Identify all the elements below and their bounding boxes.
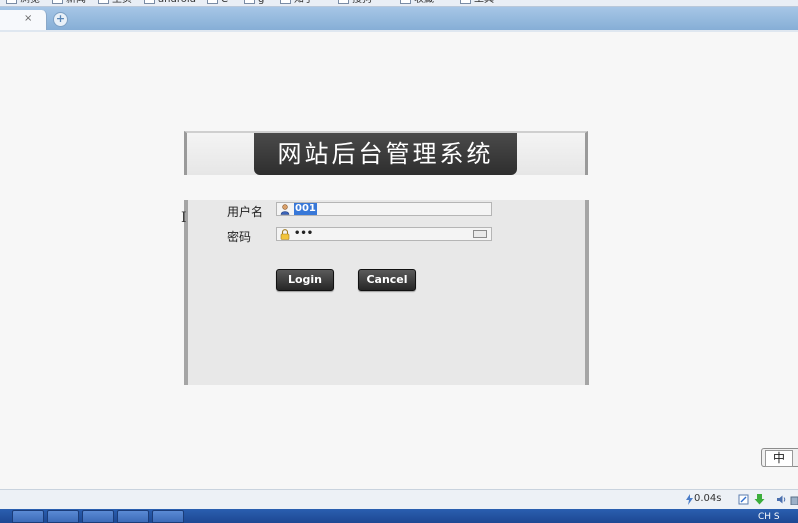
text-cursor-icon: I (181, 210, 187, 226)
taskbar-button[interactable] (12, 510, 44, 523)
bookmark-item[interactable]: 搜狗 (338, 0, 372, 6)
page-icon (400, 0, 411, 4)
bookmark-item[interactable]: 收藏 (400, 0, 434, 6)
trash-icon[interactable] (789, 494, 798, 505)
page-icon (280, 0, 291, 4)
page-icon (52, 0, 63, 4)
browser-tab[interactable]: × (0, 10, 47, 30)
bookmarks-bar: 浏览 新闻 主页 android C g 知乎 搜狗 收藏 工具 (0, 0, 798, 7)
page-icon (6, 0, 17, 4)
keyboard-icon[interactable] (473, 230, 487, 238)
ime-mode-label: 中 (765, 450, 793, 467)
taskbar-button[interactable] (117, 510, 149, 523)
panel-gap (184, 175, 588, 200)
lightning-icon (686, 494, 693, 505)
bookmark-item[interactable]: 知乎 (280, 0, 314, 6)
page-icon (244, 0, 255, 4)
login-button[interactable]: Login (276, 269, 334, 291)
new-tab-button[interactable]: + (53, 12, 68, 27)
page-icon (338, 0, 349, 4)
username-value: 001 (294, 203, 317, 215)
bookmark-item[interactable]: g (244, 0, 264, 6)
page-title: 网站后台管理系统 (254, 133, 517, 175)
taskbar-button[interactable] (82, 510, 114, 523)
taskbar: CH S (0, 509, 798, 523)
taskbar-button[interactable] (152, 510, 184, 523)
bookmark-item[interactable]: 工具 (460, 0, 494, 6)
edit-icon[interactable] (738, 494, 749, 505)
speaker-icon[interactable] (776, 494, 787, 505)
password-label: 密码 (227, 230, 252, 244)
password-value: ••• (294, 228, 314, 239)
taskbar-button[interactable] (47, 510, 79, 523)
bookmark-item[interactable]: 主页 (98, 0, 132, 6)
tray-indicator: CH S (758, 512, 780, 522)
username-field[interactable]: 001 (276, 202, 492, 216)
bookmark-item[interactable]: C (207, 0, 228, 6)
load-time: 0.04s (694, 493, 722, 504)
toolbar-divider (0, 30, 798, 32)
status-bar: 0.04s (0, 489, 798, 510)
bookmark-item[interactable]: android (144, 0, 196, 6)
cancel-button[interactable]: Cancel (358, 269, 416, 291)
download-icon[interactable] (754, 494, 765, 505)
ime-indicator[interactable]: 中 (761, 448, 798, 467)
lock-icon (280, 229, 290, 240)
tab-bar: × + (0, 7, 798, 31)
close-tab-icon[interactable]: × (24, 13, 32, 24)
user-icon (280, 204, 290, 215)
password-field[interactable]: ••• (276, 227, 492, 241)
bookmark-item[interactable]: 新闻 (52, 0, 86, 6)
page-icon (98, 0, 109, 4)
bookmark-item[interactable]: 浏览 (6, 0, 40, 6)
page-icon (460, 0, 471, 4)
page-icon (144, 0, 155, 4)
page-icon (207, 0, 218, 4)
username-label: 用户名 (227, 205, 264, 219)
